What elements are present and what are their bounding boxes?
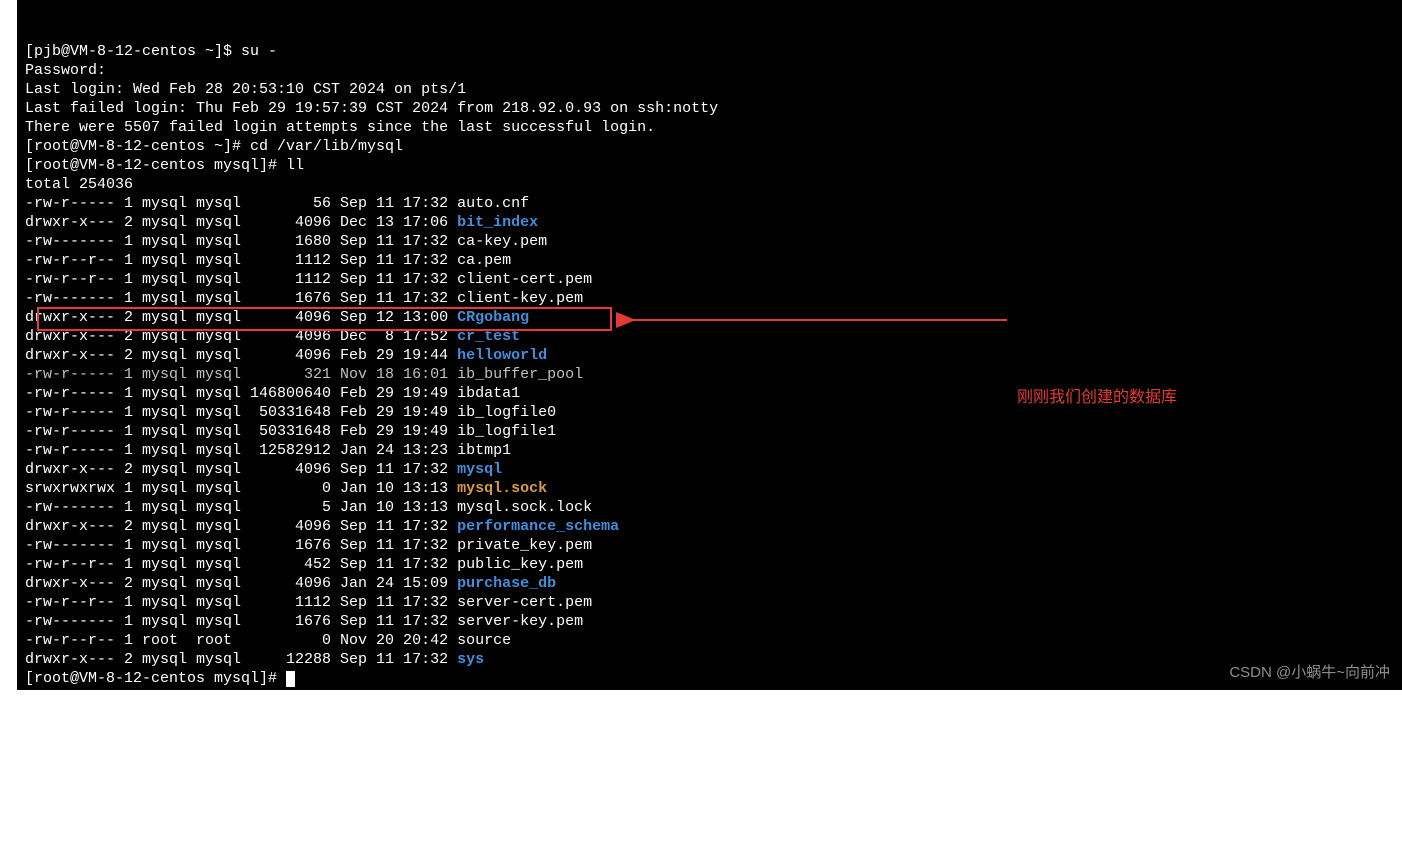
terminal-line: -rw-r--r-- 1 mysql mysql 1112 Sep 11 17:… — [25, 270, 1394, 289]
terminal-text: [root@VM-8-12-centos ~]# cd /var/lib/mys… — [25, 138, 403, 155]
left-strip — [0, 0, 17, 690]
terminal-text: -rw-r----- 1 mysql mysql 321 Nov 18 16:0… — [25, 366, 583, 383]
terminal-line: -rw-r----- 1 mysql mysql 56 Sep 11 17:32… — [25, 194, 1394, 213]
terminal-text: -rw-r--r-- 1 mysql mysql 1112 Sep 11 17:… — [25, 594, 592, 611]
terminal-text: -rw-r----- 1 mysql mysql 12582912 Jan 24… — [25, 442, 511, 459]
terminal-text: drwxr-x--- 2 mysql mysql 4096 Jan 24 15:… — [25, 575, 457, 592]
watermark: CSDN @小蜗牛~向前冲 — [1229, 663, 1390, 682]
terminal-line: -rw------- 1 mysql mysql 1676 Sep 11 17:… — [25, 612, 1394, 631]
terminal-text: mysql — [457, 461, 502, 478]
terminal-text: performance_schema — [457, 518, 619, 535]
terminal-line: total 254036 — [25, 175, 1394, 194]
terminal-line: drwxr-x--- 2 mysql mysql 4096 Dec 8 17:5… — [25, 327, 1394, 346]
terminal-text: drwxr-x--- 2 mysql mysql 4096 Sep 12 13:… — [25, 309, 457, 326]
terminal-text: drwxr-x--- 2 mysql mysql 12288 Sep 11 17… — [25, 651, 457, 668]
cursor — [286, 671, 295, 687]
terminal-line: Last login: Wed Feb 28 20:53:10 CST 2024… — [25, 80, 1394, 99]
terminal-line: drwxr-x--- 2 mysql mysql 4096 Sep 11 17:… — [25, 517, 1394, 536]
terminal-line: [root@VM-8-12-centos mysql]# — [25, 669, 1394, 688]
terminal-text: CRgobang — [457, 309, 529, 326]
terminal-text: Last failed login: Thu Feb 29 19:57:39 C… — [25, 100, 718, 117]
terminal-text: -rw-r----- 1 mysql mysql 146800640 Feb 2… — [25, 385, 520, 402]
terminal-text: drwxr-x--- 2 mysql mysql 4096 Sep 11 17:… — [25, 461, 457, 478]
terminal-text: -rw------- 1 mysql mysql 1676 Sep 11 17:… — [25, 613, 583, 630]
terminal-text: sys — [457, 651, 484, 668]
terminal-line: -rw-r----- 1 mysql mysql 12582912 Jan 24… — [25, 441, 1394, 460]
terminal-text: There were 5507 failed login attempts si… — [25, 119, 655, 136]
terminal-text: cr_test — [457, 328, 520, 345]
terminal-line: Last failed login: Thu Feb 29 19:57:39 C… — [25, 99, 1394, 118]
terminal-line: Password: — [25, 61, 1394, 80]
terminal-line: [pjb@VM-8-12-centos ~]$ su - — [25, 42, 1394, 61]
terminal-text: [root@VM-8-12-centos mysql]# — [25, 670, 286, 687]
terminal-text: drwxr-x--- 2 mysql mysql 4096 Sep 11 17:… — [25, 518, 457, 535]
terminal-line: -rw-r----- 1 mysql mysql 50331648 Feb 29… — [25, 403, 1394, 422]
terminal-text: -rw-r--r-- 1 mysql mysql 1112 Sep 11 17:… — [25, 271, 592, 288]
terminal-text: Last login: Wed Feb 28 20:53:10 CST 2024… — [25, 81, 466, 98]
terminal-line: drwxr-x--- 2 mysql mysql 12288 Sep 11 17… — [25, 650, 1394, 669]
terminal-text: -rw------- 1 mysql mysql 1676 Sep 11 17:… — [25, 537, 592, 554]
terminal-text: -rw------- 1 mysql mysql 1676 Sep 11 17:… — [25, 290, 583, 307]
terminal-line: -rw------- 1 mysql mysql 5 Jan 10 13:13 … — [25, 498, 1394, 517]
terminal-line: -rw-r----- 1 mysql mysql 321 Nov 18 16:0… — [25, 365, 1394, 384]
terminal-line: -rw-r--r-- 1 root root 0 Nov 20 20:42 so… — [25, 631, 1394, 650]
terminal-line: [root@VM-8-12-centos ~]# cd /var/lib/mys… — [25, 137, 1394, 156]
terminal-text: drwxr-x--- 2 mysql mysql 4096 Dec 13 17:… — [25, 214, 457, 231]
terminal-text: bit_index — [457, 214, 538, 231]
terminal-line: drwxr-x--- 2 mysql mysql 4096 Feb 29 19:… — [25, 346, 1394, 365]
terminal-text: drwxr-x--- 2 mysql mysql 4096 Dec 8 17:5… — [25, 328, 457, 345]
terminal-text: -rw-r--r-- 1 mysql mysql 452 Sep 11 17:3… — [25, 556, 583, 573]
terminal-line: drwxr-x--- 2 mysql mysql 4096 Jan 24 15:… — [25, 574, 1394, 593]
terminal-text: -rw-r----- 1 mysql mysql 56 Sep 11 17:32… — [25, 195, 529, 212]
terminal-line: There were 5507 failed login attempts si… — [25, 118, 1394, 137]
terminal-text: total 254036 — [25, 176, 133, 193]
terminal-output: [pjb@VM-8-12-centos ~]$ su - Password: Las… — [25, 42, 1394, 688]
terminal-text: -rw-r----- 1 mysql mysql 50331648 Feb 29… — [25, 423, 556, 440]
annotation-label: 刚刚我们创建的数据库 — [1017, 388, 1177, 407]
terminal-line: -rw-r----- 1 mysql mysql 146800640 Feb 2… — [25, 384, 1394, 403]
terminal-text: [root@VM-8-12-centos mysql]# ll — [25, 157, 304, 174]
terminal-window[interactable]: [pjb@VM-8-12-centos ~]$ su - Password: Las… — [17, 0, 1402, 690]
terminal-line: -rw-r--r-- 1 mysql mysql 452 Sep 11 17:3… — [25, 555, 1394, 574]
terminal-line: drwxr-x--- 2 mysql mysql 4096 Sep 12 13:… — [25, 308, 1394, 327]
terminal-line: -rw------- 1 mysql mysql 1680 Sep 11 17:… — [25, 232, 1394, 251]
terminal-text: helloworld — [457, 347, 547, 364]
terminal-line: drwxr-x--- 2 mysql mysql 4096 Sep 11 17:… — [25, 460, 1394, 479]
terminal-line: -rw-r--r-- 1 mysql mysql 1112 Sep 11 17:… — [25, 251, 1394, 270]
terminal-line: srwxrwxrwx 1 mysql mysql 0 Jan 10 13:13 … — [25, 479, 1394, 498]
terminal-text: -rw------- 1 mysql mysql 1680 Sep 11 17:… — [25, 233, 547, 250]
terminal-text: -rw-r--r-- 1 root root 0 Nov 20 20:42 so… — [25, 632, 511, 649]
terminal-line: -rw------- 1 mysql mysql 1676 Sep 11 17:… — [25, 289, 1394, 308]
terminal-line: -rw-r--r-- 1 mysql mysql 1112 Sep 11 17:… — [25, 593, 1394, 612]
terminal-line: -rw-r----- 1 mysql mysql 50331648 Feb 29… — [25, 422, 1394, 441]
terminal-text: [pjb@VM-8-12-centos ~]$ su - — [25, 43, 277, 60]
terminal-text: -rw-r----- 1 mysql mysql 50331648 Feb 29… — [25, 404, 556, 421]
terminal-line: drwxr-x--- 2 mysql mysql 4096 Dec 13 17:… — [25, 213, 1394, 232]
terminal-line: -rw------- 1 mysql mysql 1676 Sep 11 17:… — [25, 536, 1394, 555]
terminal-text: Password: — [25, 62, 106, 79]
terminal-text: purchase_db — [457, 575, 556, 592]
terminal-text: mysql.sock — [457, 480, 547, 497]
terminal-text: -rw------- 1 mysql mysql 5 Jan 10 13:13 … — [25, 499, 592, 516]
terminal-text: srwxrwxrwx 1 mysql mysql 0 Jan 10 13:13 — [25, 480, 457, 497]
terminal-text: drwxr-x--- 2 mysql mysql 4096 Feb 29 19:… — [25, 347, 457, 364]
terminal-line: [root@VM-8-12-centos mysql]# ll — [25, 156, 1394, 175]
terminal-text: -rw-r--r-- 1 mysql mysql 1112 Sep 11 17:… — [25, 252, 511, 269]
